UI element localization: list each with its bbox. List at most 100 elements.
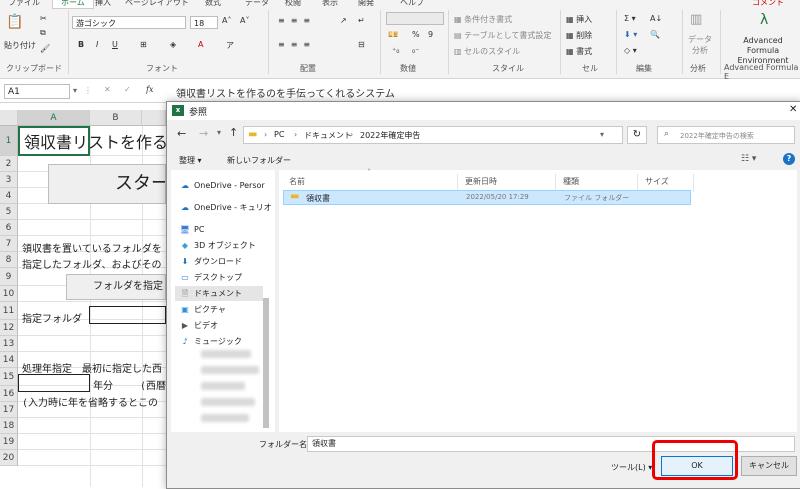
border-icon[interactable]: ⊞ xyxy=(140,40,147,49)
increase-decimal-icon[interactable]: ⁺₀ xyxy=(392,46,399,55)
row-header-15[interactable]: 15 xyxy=(0,368,18,386)
path-documents[interactable]: ドキュメント xyxy=(304,130,352,141)
clear-icon[interactable]: ◇ ▾ xyxy=(624,46,637,55)
row-header-2[interactable]: 2 xyxy=(0,156,18,172)
font-size-select[interactable]: 18 xyxy=(190,16,218,29)
decrease-decimal-icon[interactable]: ₀⁻ xyxy=(412,46,419,55)
nav-scrollbar[interactable] xyxy=(263,298,269,428)
autosum-icon[interactable]: Σ ▾ xyxy=(624,14,636,23)
column-type[interactable]: 種類 xyxy=(563,176,579,187)
italic-icon[interactable]: I xyxy=(96,40,98,49)
column-size[interactable]: サイズ xyxy=(645,176,669,187)
paste-button[interactable]: 貼り付け xyxy=(4,40,36,51)
select-all-corner[interactable] xyxy=(0,110,18,126)
nav-item-4[interactable]: ⬇ ダウンロード xyxy=(179,254,242,269)
select-folder-button[interactable]: フォルダを指定 xyxy=(66,274,166,300)
row-header-10[interactable]: 10 xyxy=(0,286,18,302)
nav-item-5[interactable]: ▭ デスクトップ xyxy=(179,270,242,285)
wrap-text-icon[interactable]: ↵ xyxy=(358,16,365,25)
nav-item-6[interactable]: 🗎 ドキュメント xyxy=(175,286,263,301)
delete-cells-button[interactable]: ▦ 削除 xyxy=(566,30,592,41)
row-header-5[interactable]: 5 xyxy=(0,204,18,220)
search-box[interactable]: ⌕ 2022年確定申告の検索 xyxy=(657,126,795,144)
tab-view[interactable]: 表示 xyxy=(322,0,338,8)
format-as-table-button[interactable]: ▤ テーブルとして書式設定 xyxy=(454,30,551,41)
data-analysis-button[interactable]: データ分析 xyxy=(686,34,714,56)
row-header-17[interactable]: 17 xyxy=(0,402,18,418)
nav-item-2[interactable]: 🖥 PC xyxy=(179,222,205,237)
format-cells-button[interactable]: ▦ 書式 xyxy=(566,46,592,57)
phonetic-icon[interactable]: ア xyxy=(226,40,234,51)
path-pc[interactable]: PC xyxy=(274,130,284,139)
cancel-button[interactable]: キャンセル xyxy=(741,456,797,476)
address-dropdown-icon[interactable]: ▾ xyxy=(600,130,604,139)
column-date[interactable]: 更新日時 xyxy=(465,176,497,187)
conditional-format-button[interactable]: ▦ 条件付き書式 xyxy=(454,14,512,25)
font-name-select[interactable]: 游ゴシック xyxy=(72,16,186,29)
comma-icon[interactable]: 9 xyxy=(428,30,433,39)
cut-icon[interactable]: ✂ xyxy=(40,14,47,23)
nav-item-0[interactable]: ☁ OneDrive - Persor xyxy=(179,178,265,193)
tab-file[interactable]: ファイル xyxy=(8,0,40,8)
row-header-20[interactable]: 20 xyxy=(0,450,18,466)
afe-button[interactable]: Advanced Formula Environment xyxy=(726,36,800,66)
orientation-icon[interactable]: ↗ xyxy=(340,16,347,25)
up-icon[interactable]: ↑ xyxy=(229,126,238,139)
nav-item-3[interactable]: ◆ 3D オブジェクト xyxy=(179,238,256,253)
column-header-b[interactable]: B xyxy=(90,110,142,126)
row-header-16[interactable]: 16 xyxy=(0,386,18,402)
row-header-4[interactable]: 4 xyxy=(0,188,18,204)
copy-icon[interactable]: ⧉ xyxy=(40,28,46,38)
currency-icon[interactable]: 💴 xyxy=(388,30,398,39)
tab-insert[interactable]: 挿入 xyxy=(95,0,111,8)
row-header-12[interactable]: 12 xyxy=(0,320,18,336)
tab-comments[interactable]: コメント xyxy=(752,0,784,8)
data-analysis-icon[interactable]: ▥ xyxy=(690,12,702,27)
back-icon[interactable]: ← xyxy=(177,127,186,140)
year-input-cell[interactable] xyxy=(18,374,90,392)
row-header-7[interactable]: 7 xyxy=(0,236,18,252)
row-header-11[interactable]: 11 xyxy=(0,302,18,320)
organize-button[interactable]: 整理 ▾ xyxy=(179,155,202,166)
close-icon[interactable]: ✕ xyxy=(789,104,797,115)
bold-icon[interactable]: B xyxy=(78,40,84,49)
cell-styles-button[interactable]: ▥ セルのスタイル xyxy=(454,46,520,57)
number-format-select[interactable] xyxy=(386,12,444,25)
row-header-8[interactable]: 8 xyxy=(0,252,18,268)
tab-page-layout[interactable]: ページレイアウト xyxy=(125,0,189,8)
nav-item-7[interactable]: ▣ ピクチャ xyxy=(179,302,226,317)
tab-help[interactable]: ヘルプ xyxy=(400,0,424,8)
column-header-a[interactable]: A xyxy=(18,110,90,126)
nav-item-1[interactable]: ☁ OneDrive - キュリオ xyxy=(179,200,272,215)
start-button[interactable]: スター xyxy=(48,164,166,204)
font-grow-icon[interactable]: A˄ xyxy=(222,16,231,25)
tab-home[interactable]: ホーム xyxy=(52,0,94,9)
row-header-6[interactable]: 6 xyxy=(0,220,18,236)
view-options-icon[interactable]: ☷ ▾ xyxy=(741,154,756,164)
formula-bar-menu-icon[interactable]: ⋮ xyxy=(84,86,92,95)
nav-item-8[interactable]: ▶ ビデオ xyxy=(179,318,218,333)
refresh-icon[interactable]: ↻ xyxy=(627,126,647,144)
row-header-13[interactable]: 13 xyxy=(0,336,18,352)
underline-icon[interactable]: U xyxy=(112,40,118,49)
address-bar[interactable]: ▬ › PC › ドキュメント › 2022年確定申告 ▾ xyxy=(243,126,623,144)
column-header-c[interactable] xyxy=(142,110,166,126)
align-left-icon[interactable]: ≡≡≡ xyxy=(278,40,316,49)
sort-filter-icon[interactable]: A↓ xyxy=(650,14,662,23)
font-color-icon[interactable]: A xyxy=(198,40,203,49)
tab-formulas[interactable]: 数式 xyxy=(205,0,221,8)
insert-function-icon[interactable]: fx xyxy=(146,85,153,94)
row-header-3[interactable]: 3 xyxy=(0,172,18,188)
name-box-dropdown-icon[interactable]: ▾ xyxy=(73,86,77,95)
cancel-icon[interactable]: ✕ xyxy=(104,85,111,94)
row-header-14[interactable]: 14 xyxy=(0,352,18,368)
column-name[interactable]: 名前 xyxy=(289,176,305,187)
recent-locations-icon[interactable]: ▾ xyxy=(217,128,221,137)
align-top-icon[interactable]: ≡≡≡ xyxy=(278,16,316,25)
tab-review[interactable]: 校閲 xyxy=(285,0,301,8)
tab-data[interactable]: データ xyxy=(245,0,269,8)
percent-icon[interactable]: % xyxy=(412,30,420,39)
find-icon[interactable]: 🔍 xyxy=(650,30,660,39)
font-shrink-icon[interactable]: A˅ xyxy=(240,16,249,25)
tools-button[interactable]: ツール(L) ▾ xyxy=(611,462,652,473)
